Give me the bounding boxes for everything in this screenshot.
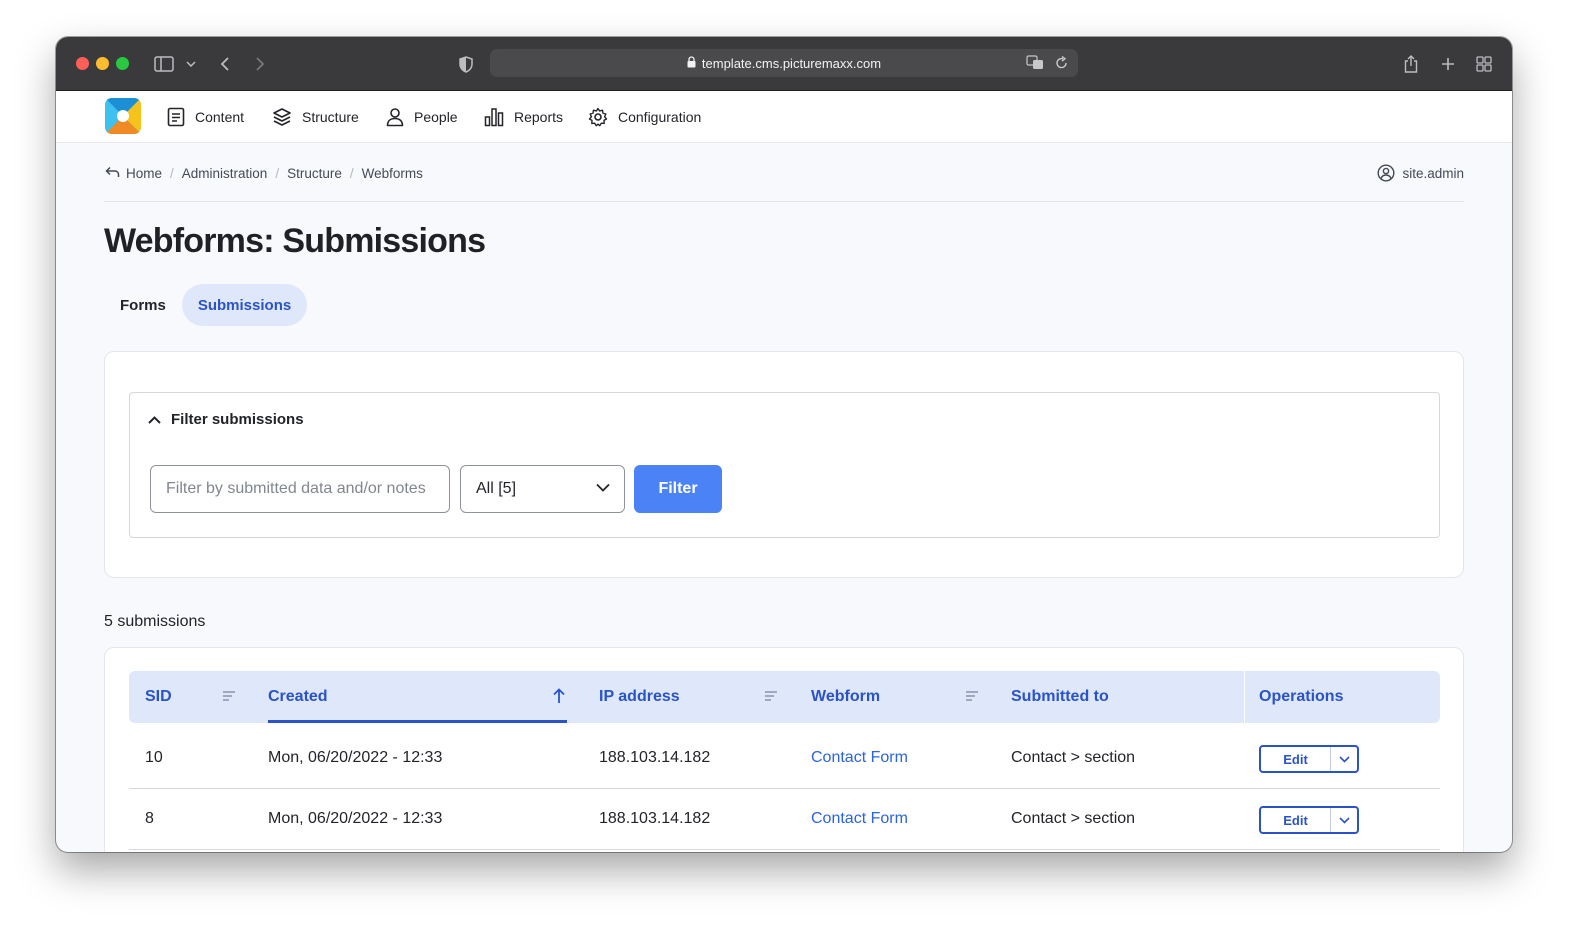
forward-icon[interactable] [251,51,269,77]
cell-webform-link[interactable]: Contact Form [811,728,908,788]
tab-overview-icon[interactable] [1474,51,1494,77]
cell-submitted-to: Contact > section [1011,810,1136,827]
table-row: 10 Mon, 06/20/2022 - 12:33 188.103.14.18… [129,728,1440,789]
nav-people[interactable]: People [386,91,458,143]
chevron-down-icon [1338,755,1350,763]
filter-fieldset: Filter submissions All [5] Filter [129,392,1440,538]
back-icon[interactable] [216,51,234,77]
cell-created: Mon, 06/20/2022 - 12:33 [268,810,443,827]
tab-submissions[interactable]: Submissions [181,284,308,326]
nav-reports[interactable]: Reports [484,91,563,143]
state-select-value: All [5] [476,480,517,497]
cell-sid: 8 [145,810,154,827]
url-text: template.cms.picturemaxx.com [701,55,882,71]
nav-people-label: People [414,109,458,125]
chevron-up-icon [148,415,161,424]
submissions-table: SID Created IP address Webform Submitted… [104,647,1464,852]
share-icon[interactable] [1401,51,1421,77]
filter-card: Filter submissions All [5] Filter [104,351,1464,578]
cell-ip: 188.103.14.182 [599,810,711,827]
operations-dropbutton: Edit [1259,745,1359,773]
breadcrumb-separator: / [170,165,174,181]
person-icon [386,108,404,127]
nav-content[interactable]: Content [167,91,244,143]
filter-toggle[interactable]: Filter submissions [148,411,304,428]
table-row: 8 Mon, 06/20/2022 - 12:33 188.103.14.182… [129,789,1440,850]
tab-forms[interactable]: Forms [104,284,182,326]
nav-structure[interactable]: Structure [272,91,359,143]
column-webform[interactable]: Webform [811,671,880,723]
sidebar-toggle-icon[interactable] [152,51,176,77]
column-submitted-to: Submitted to [1011,688,1109,705]
user-name: site.admin [1402,165,1464,181]
close-window-button[interactable] [76,57,89,70]
cell-created: Mon, 06/20/2022 - 12:33 [268,749,443,766]
header-divider [104,201,1464,202]
user-circle-icon [1377,164,1395,182]
breadcrumb-home[interactable]: Home [126,166,162,181]
cell-submitted-to: Contact > section [1011,749,1136,766]
layers-icon [273,108,291,126]
cell-sid: 10 [145,749,163,766]
nav-structure-label: Structure [302,109,359,125]
tab-bar: Forms Submissions [104,284,308,326]
sort-icon[interactable] [222,689,236,707]
operations-dropbutton: Edit [1259,806,1359,834]
breadcrumb-separator: / [349,165,354,181]
cell-ip: 188.103.14.182 [599,749,711,766]
nav-reports-label: Reports [514,109,564,125]
nav-content-label: Content [195,109,245,125]
sort-icon[interactable] [764,689,778,707]
operations-toggle[interactable] [1331,808,1357,832]
active-sort-indicator [268,720,567,723]
arrow-up-icon[interactable] [553,688,565,709]
browser-window: template.cms.picturemaxx.com Content Str… [56,37,1512,852]
chevron-down-icon[interactable] [184,51,198,77]
breadcrumb-webforms[interactable]: Webforms [362,166,423,181]
address-bar[interactable]: template.cms.picturemaxx.com [490,49,1078,77]
edit-button[interactable]: Edit [1261,808,1331,832]
nav-configuration[interactable]: Configuration [588,91,701,143]
table-header: SID Created IP address Webform Submitted… [129,671,1440,723]
privacy-shield-icon[interactable] [456,51,476,77]
breadcrumb-separator: / [275,165,280,181]
page-title: Webforms: Submissions [104,222,486,260]
document-icon [167,107,185,127]
new-tab-icon[interactable] [1438,51,1458,77]
state-select[interactable]: All [5] [460,465,625,513]
bar-chart-icon [484,108,504,127]
column-ip-address[interactable]: IP address [599,671,680,723]
admin-toolbar: Content Structure People Reports Configu… [56,91,1512,143]
operations-toggle[interactable] [1331,747,1357,771]
edit-button[interactable]: Edit [1261,747,1331,771]
column-sid[interactable]: SID [145,671,172,723]
breadcrumb-structure[interactable]: Structure [287,166,342,181]
lock-icon [687,55,696,71]
translate-icon[interactable] [1026,55,1044,73]
breadcrumb-administration[interactable]: Administration [182,166,268,181]
reload-icon[interactable] [1055,55,1068,73]
filter-button[interactable]: Filter [634,465,722,513]
filter-legend: Filter submissions [171,411,304,428]
desktop: template.cms.picturemaxx.com Content Str… [0,0,1570,928]
user-menu[interactable]: site.admin [1377,163,1464,183]
submission-count: 5 submissions [104,613,206,630]
browser-toolbar: template.cms.picturemaxx.com [56,37,1512,91]
minimize-window-button[interactable] [96,57,109,70]
search-input[interactable] [150,465,450,513]
gear-icon [588,107,608,127]
nav-configuration-label: Configuration [618,109,702,125]
sort-icon[interactable] [965,689,979,707]
column-operations: Operations [1259,688,1344,705]
site-logo[interactable] [105,98,141,134]
chevron-down-icon [596,483,610,492]
chevron-down-icon [1338,816,1350,824]
column-created[interactable]: Created [268,671,328,723]
cell-webform-link[interactable]: Contact Form [811,789,908,849]
zoom-window-button[interactable] [116,57,129,70]
back-arrow-icon[interactable] [105,166,120,181]
column-separator [1244,671,1245,723]
breadcrumb: Home / Administration / Structure / Webf… [105,163,423,183]
